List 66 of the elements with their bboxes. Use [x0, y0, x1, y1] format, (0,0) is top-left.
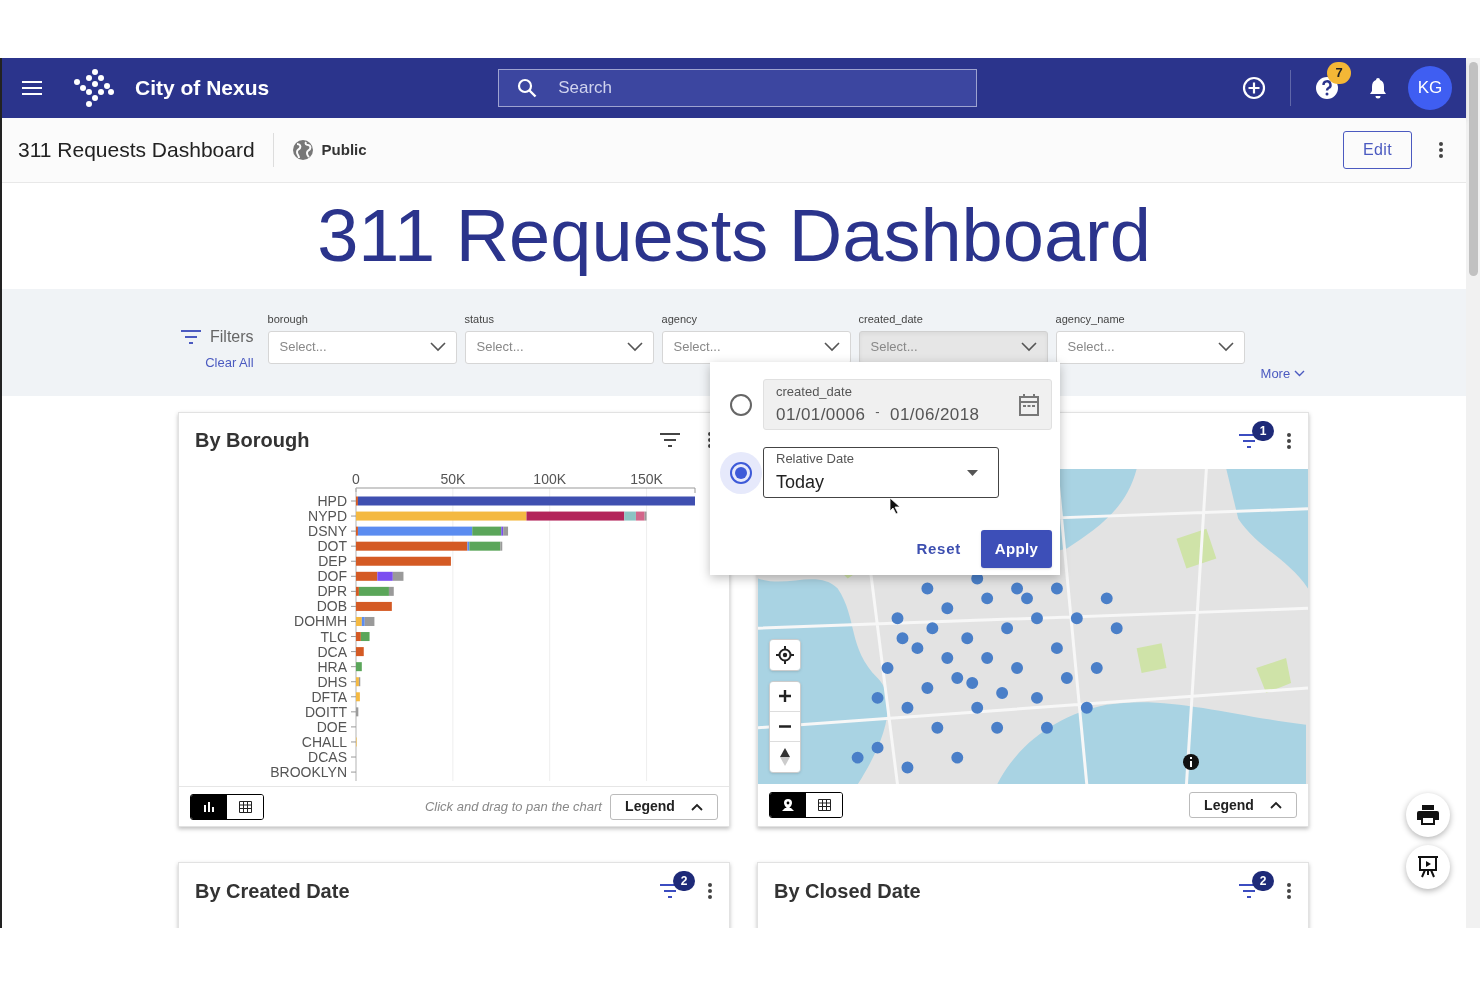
- legend-button[interactable]: Legend: [1189, 792, 1297, 819]
- notification-badge: 7: [1327, 62, 1351, 84]
- axis-label: DCA: [317, 643, 347, 660]
- axis-label: CHALL: [301, 734, 347, 751]
- date-separator: -: [875, 402, 881, 421]
- axis-label: DOITT: [305, 703, 347, 720]
- axis-label: HRA: [317, 658, 347, 675]
- more-link[interactable]: More: [1260, 364, 1306, 384]
- card-title: By Created Date: [195, 879, 350, 904]
- date-range-field[interactable]: created_date 01/01/0006 - 01/06/2018: [763, 379, 1052, 430]
- axis-label: NYPD: [308, 508, 347, 525]
- search-field[interactable]: Search: [498, 69, 978, 107]
- filter-dropdown[interactable]: Select...: [1055, 330, 1245, 364]
- dropdown-placeholder: Select...: [476, 338, 524, 357]
- filter-dropdown[interactable]: Select...: [661, 330, 851, 364]
- axis-label: DOF: [317, 568, 347, 585]
- field-label: created_date: [776, 383, 853, 401]
- filter-label: status: [464, 312, 495, 327]
- axis-label: DHS: [317, 673, 347, 690]
- axis-label: DFTA: [311, 688, 347, 705]
- dropdown-placeholder: Select...: [1067, 338, 1115, 357]
- edit-button[interactable]: Edit: [1343, 131, 1412, 169]
- apply-button[interactable]: Apply: [981, 530, 1052, 568]
- user-avatar[interactable]: KG: [1408, 66, 1452, 110]
- axis-label: DEP: [318, 553, 347, 570]
- dropdown-placeholder: Select...: [870, 338, 918, 357]
- card-title: By Closed Date: [774, 879, 921, 904]
- filter-dropdown[interactable]: Select...: [267, 330, 457, 364]
- clear-all-link[interactable]: Clear All: [205, 353, 254, 373]
- dropdown-placeholder: Select...: [279, 338, 327, 357]
- axis-label: DOT: [317, 538, 347, 555]
- page-title: 311 Requests Dashboard: [18, 137, 255, 164]
- filter-label: borough: [267, 312, 309, 327]
- dropdown-placeholder: Select...: [673, 338, 721, 357]
- hint-text: Click and drag to pan the chart: [424, 797, 602, 816]
- app-name[interactable]: City of Nexus: [135, 72, 270, 104]
- axis-label: DPR: [317, 583, 347, 600]
- visibility-label: Public: [321, 139, 367, 160]
- field-label: Relative Date: [776, 450, 856, 469]
- select-value: Today: [776, 470, 826, 494]
- axis-label: DCAS: [308, 749, 347, 766]
- filter-label: created_date: [858, 312, 924, 327]
- axis-label: HPD: [317, 493, 347, 510]
- tick-label: 100K: [533, 471, 567, 488]
- filter-label: agency_name: [1055, 312, 1126, 327]
- axis-label: DOE: [316, 719, 347, 735]
- axis-label: DOB: [316, 598, 347, 615]
- tick-label: 50K: [440, 471, 466, 488]
- filters-label: Filters: [210, 327, 254, 347]
- reset-button[interactable]: Reset: [916, 537, 961, 561]
- card-title: By Borough: [195, 427, 310, 453]
- relative-date-select[interactable]: Relative Date Today: [763, 447, 999, 498]
- axis-label: DSNY: [308, 523, 347, 540]
- filter-count-badge: 2: [1252, 871, 1274, 891]
- legend-button[interactable]: Legend: [610, 793, 718, 820]
- filter-label: agency: [661, 312, 699, 327]
- axis-label: DOHMH: [294, 613, 347, 630]
- axis-label: TLC: [320, 628, 347, 645]
- filter-count-badge: 1: [1252, 420, 1274, 441]
- filter-count-badge: 2: [673, 871, 695, 891]
- end-date: 01/06/2018: [890, 403, 980, 426]
- tick-label: 0: [352, 471, 360, 488]
- filter-dropdown[interactable]: Select...: [464, 330, 654, 364]
- start-date: 01/01/0006: [776, 403, 866, 426]
- tick-label: 150K: [630, 471, 663, 488]
- axis-label: BROOKLYN: [270, 764, 347, 781]
